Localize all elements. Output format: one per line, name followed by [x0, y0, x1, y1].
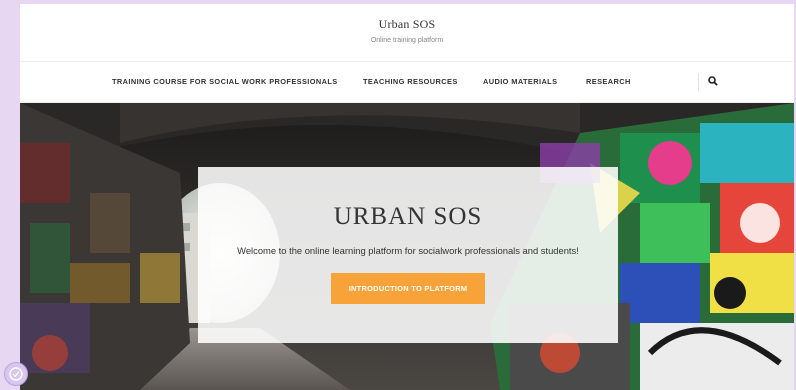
search-button[interactable] — [706, 74, 720, 88]
hero-card: URBAN SOS Welcome to the online learning… — [198, 167, 618, 343]
check-icon — [9, 367, 23, 381]
site-title[interactable]: Urban SOS — [20, 17, 794, 32]
search-icon — [708, 76, 718, 86]
site-header: Urban SOS Online training platform — [20, 4, 794, 62]
nav-item-audio-materials[interactable]: AUDIO MATERIALS — [483, 77, 557, 86]
introduction-to-platform-button[interactable]: INTRODUCTION TO PLATFORM — [330, 273, 486, 304]
nav-item-training-course[interactable]: TRAINING COURSE FOR SOCIAL WORK PROFESSI… — [112, 77, 338, 86]
main-nav: TRAINING COURSE FOR SOCIAL WORK PROFESSI… — [20, 62, 794, 103]
page: Urban SOS Online training platform TRAIN… — [20, 4, 794, 390]
nav-item-teaching-resources[interactable]: TEACHING RESOURCES — [363, 77, 458, 86]
hero-section: URBAN SOS Welcome to the online learning… — [20, 103, 794, 390]
nav-item-research[interactable]: RESEARCH — [586, 77, 631, 86]
nav-divider — [698, 73, 699, 91]
hero-welcome-text: Welcome to the online learning platform … — [237, 245, 579, 256]
site-tagline: Online training platform — [370, 37, 444, 44]
hero-title: URBAN SOS — [333, 203, 483, 230]
check-badge-icon[interactable] — [4, 362, 28, 386]
